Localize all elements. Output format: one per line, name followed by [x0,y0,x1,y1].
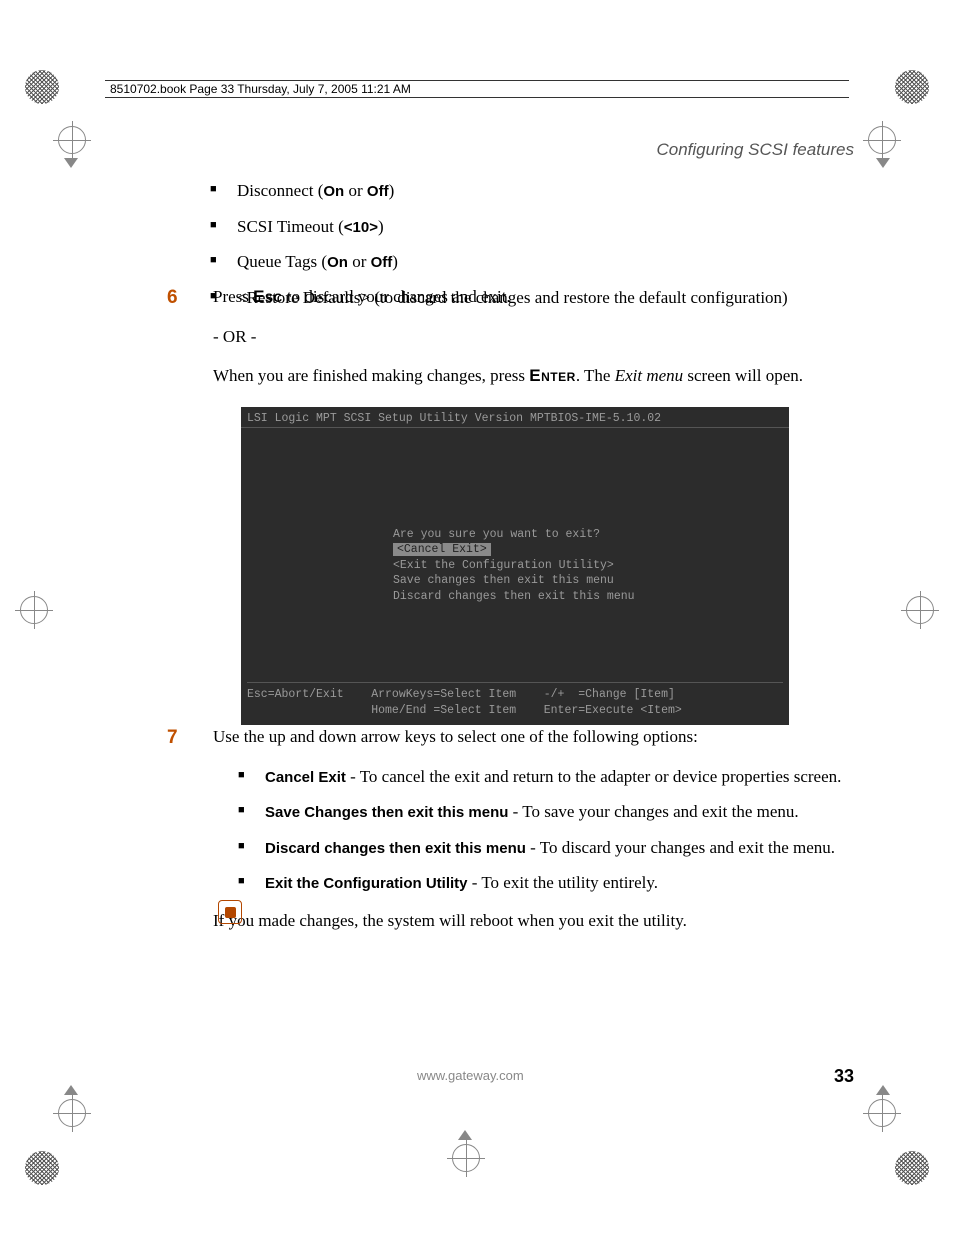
bios-opt-save: Save changes then exit this menu [393,573,635,589]
list-item: Discard changes then exit this menu - To… [213,835,854,861]
bios-footer: Esc=Abort/Exit ArrowKeys=Select Item -/+… [247,682,783,718]
list-item: Cancel Exit - To cancel the exit and ret… [213,764,854,790]
end-of-procedure-icon [218,900,242,924]
step6-line1: Press Esc to discard your changes and ex… [213,284,854,310]
bios-prompt: Are you sure you want to exit? [393,527,635,543]
list-item: Exit the Configuration Utility - To exit… [213,870,854,896]
step-number-7: 7 [167,724,178,753]
options-list-b: Cancel Exit - To cancel the exit and ret… [213,764,854,896]
bios-opt-cancel: <Cancel Exit> [393,543,491,556]
footer-url: www.gateway.com [417,1068,524,1083]
section-title: Configuring SCSI features [657,140,855,160]
list-item: Save Changes then exit this menu - To sa… [213,799,854,825]
step6-line2: When you are finished making changes, pr… [213,363,854,389]
bios-opt-exit: <Exit the Configuration Utility> [393,558,635,574]
bios-title: LSI Logic MPT SCSI Setup Utility Version… [241,407,789,428]
closing-text: If you made changes, the system will reb… [213,908,854,934]
bios-opt-discard: Discard changes then exit this menu [393,589,635,605]
step6-or: - OR - [213,324,854,350]
page-number: 33 [834,1066,854,1087]
list-item: Queue Tags (On or Off) [185,249,854,275]
step-number-6: 6 [167,284,178,313]
list-item: SCSI Timeout (<10>) [185,214,854,240]
step7-intro: Use the up and down arrow keys to select… [213,724,854,750]
header-meta: 8510702.book Page 33 Thursday, July 7, 2… [110,82,411,96]
list-item: Disconnect (On or Off) [185,178,854,204]
bios-screenshot: LSI Logic MPT SCSI Setup Utility Version… [241,407,789,725]
